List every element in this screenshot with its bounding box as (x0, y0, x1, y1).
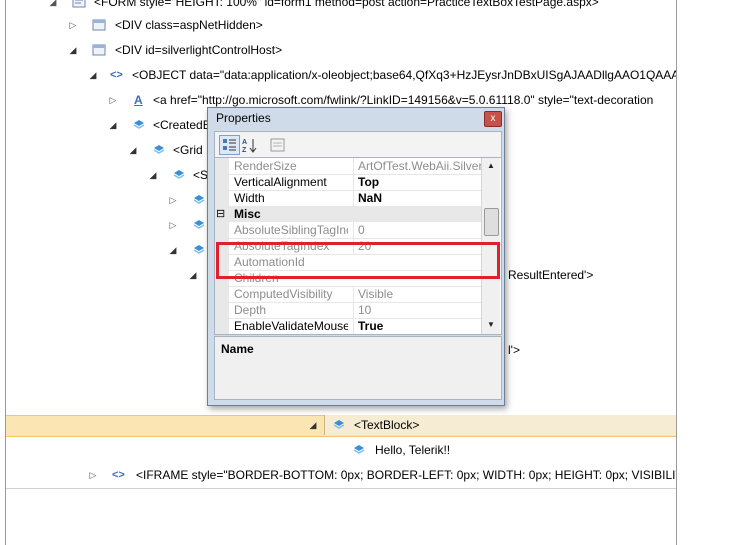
svg-text:A: A (242, 139, 247, 146)
sort-alphabetical-icon: A Z (242, 139, 257, 154)
dialog-title: Properties (216, 111, 271, 125)
collapse-arrow-icon[interactable]: ▷ (108, 90, 118, 110)
tree-node-child[interactable]: ▷ (6, 215, 206, 235)
categorized-view-button[interactable] (219, 135, 240, 155)
category-label: Misc (234, 207, 261, 221)
property-pages-button[interactable] (267, 135, 288, 155)
property-value: 0 (353, 222, 486, 238)
tree-node-object[interactable]: ◢ <> <OBJECT data="data:application/x-ol… (6, 65, 676, 85)
silverlight-element-icon (173, 170, 185, 179)
description-title: Name (221, 342, 254, 356)
property-value: NaN (353, 190, 486, 206)
tree-node-label: <OBJECT data="data:application/x-oleobje… (132, 68, 676, 82)
category-misc[interactable]: ⊟ Misc (215, 206, 481, 222)
silverlight-element-icon (193, 195, 205, 204)
form-icon (72, 0, 86, 8)
property-value: Visible (353, 286, 486, 302)
property-name: Width (234, 191, 265, 205)
tree-node-div-aspnethidden[interactable]: ▷ <DIV class=aspNetHidden> (6, 15, 676, 35)
property-row[interactable]: EnableValidateMouseL True (229, 318, 481, 334)
tree-node-label: <FORM style="HEIGHT: 100%" id=form1 meth… (94, 0, 599, 9)
tree-node-label: <IFRAME style="BORDER-BOTTOM: 0px; BORDE… (136, 468, 676, 482)
properties-toolbar: A Z (214, 131, 502, 159)
collapse-category-icon[interactable]: ⊟ (216, 206, 225, 222)
collapse-arrow-icon[interactable]: ▷ (68, 15, 78, 35)
property-row[interactable]: Depth 10 (229, 302, 481, 319)
property-value: True (353, 318, 486, 334)
expand-arrow-icon[interactable]: ◢ (108, 115, 118, 135)
tree-node-child[interactable]: ▷ (6, 190, 206, 210)
property-row[interactable]: VerticalAlignment Top (229, 174, 481, 191)
collapse-arrow-icon[interactable]: ▷ (168, 190, 178, 210)
property-row[interactable]: ComputedVisibility Visible (229, 286, 481, 303)
silverlight-element-icon (153, 145, 165, 154)
silverlight-element-icon (193, 220, 205, 229)
property-pages-icon (270, 138, 285, 152)
expand-arrow-icon[interactable]: ◢ (148, 165, 158, 185)
property-name: ComputedVisibility (234, 287, 333, 301)
tree-node-iframe[interactable]: ▷ <> <IFRAME style="BORDER-BOTTOM: 0px; … (6, 465, 676, 485)
property-name: VerticalAlignment (234, 175, 327, 189)
silverlight-element-icon (133, 120, 145, 129)
silverlight-element-icon (193, 245, 205, 254)
tree-node-label: Hello, Telerik!! (375, 443, 451, 457)
property-value: Top (353, 174, 486, 190)
tree-node-child[interactable]: ◢ (6, 240, 206, 260)
tree-node-label-tail: ResultEntered'> (508, 268, 594, 282)
silverlight-element-icon (333, 420, 345, 429)
property-row[interactable]: RenderSize ArtOfTest.WebAii.Silverlight (229, 158, 486, 175)
div-icon (92, 19, 106, 31)
tree-node-text[interactable]: Hello, Telerik!! (6, 440, 676, 460)
tree-bottom-divider (6, 488, 676, 489)
html-tag-icon: <> (112, 469, 125, 481)
tree-node-label: <TextBlock> (354, 418, 420, 432)
red-highlight-box (216, 242, 500, 279)
outer-background (677, 0, 738, 545)
tree-node-label: <DIV id=silverlightControlHost> (115, 43, 283, 57)
property-value: ArtOfTest.WebAii.Silverlight (353, 158, 486, 174)
collapse-arrow-icon[interactable]: ▷ (88, 465, 98, 485)
tree-node-label: <DIV class=aspNetHidden> (115, 18, 263, 32)
tree-node-label: <S (193, 168, 209, 182)
expand-arrow-icon[interactable]: ◢ (88, 65, 98, 85)
categorized-icon (223, 139, 236, 151)
expand-arrow-icon[interactable]: ◢ (128, 140, 138, 160)
collapse-arrow-icon[interactable]: ▷ (168, 215, 178, 235)
description-pane: Name (214, 336, 502, 400)
tree-node-label: <CreatedB (153, 118, 211, 132)
expand-arrow-icon[interactable]: ◢ (168, 240, 178, 260)
tree-node-textblock[interactable]: ◢ <TextBlock> (6, 415, 676, 435)
property-value: 10 (353, 302, 486, 318)
close-icon[interactable]: x (484, 111, 502, 127)
html-tag-icon: <> (110, 69, 123, 81)
silverlight-element-icon (353, 445, 365, 454)
property-name: AbsoluteSiblingTagInde (234, 223, 348, 237)
div-icon (92, 44, 106, 56)
expand-arrow-icon[interactable]: ◢ (188, 265, 198, 285)
tree-node-div-silverlight-host[interactable]: ◢ <DIV id=silverlightControlHost> (6, 40, 676, 60)
expand-arrow-icon[interactable]: ◢ (308, 415, 318, 435)
scroll-down-icon[interactable]: ▼ (483, 318, 499, 332)
expand-arrow-icon[interactable]: ◢ (68, 40, 78, 60)
property-row[interactable]: AbsoluteSiblingTagInde 0 (229, 222, 481, 239)
property-name: Depth (234, 303, 267, 317)
svg-text:Z: Z (242, 147, 247, 154)
tree-node-form[interactable]: ◢ <FORM style="HEIGHT: 100%" id=form1 me… (6, 0, 676, 12)
property-name: RenderSize (234, 159, 297, 173)
tree-node-label: <Grid (173, 143, 203, 157)
tree-node-label-tail: l'> (508, 343, 520, 357)
scroll-up-icon[interactable]: ▲ (483, 159, 499, 173)
scrollbar-thumb[interactable] (484, 208, 499, 236)
hyperlink-icon: A (134, 93, 143, 107)
expand-arrow-icon[interactable]: ◢ (48, 0, 58, 12)
alphabetical-view-button[interactable]: A Z (239, 135, 260, 155)
property-name: EnableValidateMouseL (234, 319, 348, 333)
property-row[interactable]: Width NaN (229, 190, 481, 207)
